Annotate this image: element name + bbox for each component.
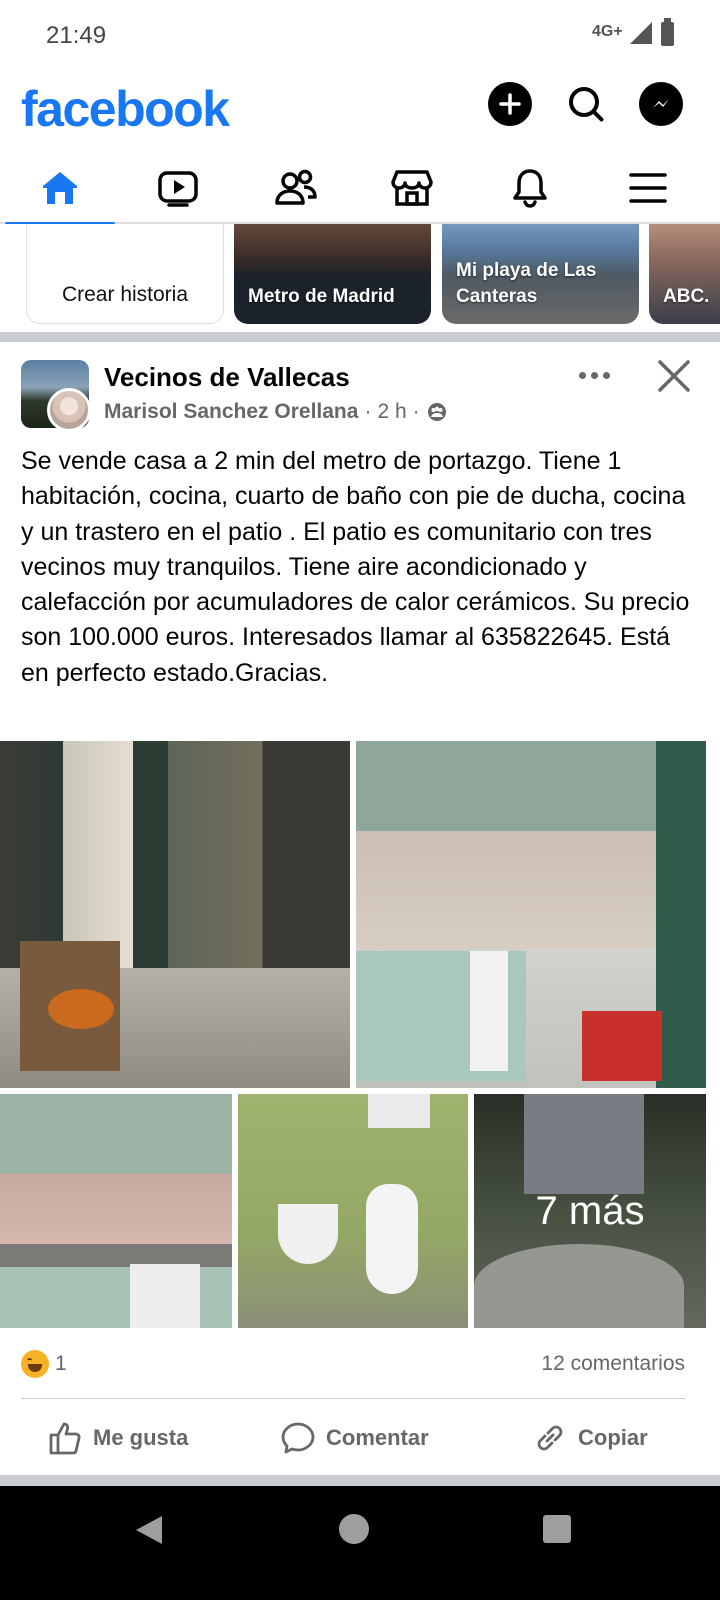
group-name[interactable]: Vecinos de Vallecas: [104, 362, 350, 393]
tab-menu[interactable]: [588, 152, 708, 224]
dot-icon: [602, 371, 610, 379]
network-type: 4G+: [592, 23, 623, 40]
story-item[interactable]: ABC.: [649, 224, 720, 324]
hide-post-button[interactable]: [652, 354, 696, 398]
signal-icon: [630, 22, 652, 44]
section-divider: [0, 332, 720, 342]
author-avatar[interactable]: [47, 388, 91, 432]
post-photo[interactable]: [356, 741, 706, 1088]
comment-button[interactable]: Comentar: [280, 1418, 429, 1458]
story-label: Crear historia: [61, 283, 189, 306]
stories-tray: Crear historia Metro de Madrid Mi playa …: [0, 224, 720, 332]
home-icon: [43, 172, 77, 204]
plus-icon: [499, 93, 521, 115]
group-avatar[interactable]: [21, 360, 91, 432]
story-create[interactable]: Crear historia: [26, 224, 224, 324]
post-actions: Me gusta Comentar Copiar: [0, 1400, 720, 1475]
post-meta: Marisol Sanchez Orellana · 2 h ·: [104, 400, 448, 424]
tab-marketplace[interactable]: [352, 152, 472, 224]
dot-icon: [578, 371, 586, 379]
tab-notifications[interactable]: [470, 152, 590, 224]
messenger-icon: [653, 99, 669, 108]
status-time: 21:49: [46, 22, 107, 49]
copy-label: Copiar: [578, 1425, 648, 1450]
story-item[interactable]: Mi playa de Las Canteras: [442, 224, 639, 324]
post-photo[interactable]: 7 más: [474, 1094, 706, 1328]
meta-separator: ·: [412, 400, 420, 423]
reaction-count[interactable]: 1: [55, 1352, 67, 1376]
thumbs-up-icon: [49, 1422, 81, 1455]
post-photo[interactable]: [0, 741, 350, 1088]
create-button[interactable]: [488, 82, 532, 126]
back-icon[interactable]: [136, 1516, 162, 1544]
messenger-button[interactable]: [639, 82, 683, 126]
like-label: Me gusta: [93, 1425, 189, 1450]
group-audience-icon: [427, 403, 446, 421]
reactions-summary[interactable]: 1 12 comentarios: [0, 1330, 720, 1398]
post-text: Se vende casa a 2 min del metro de porta…: [21, 447, 690, 687]
tab-home[interactable]: [0, 152, 120, 226]
story-item[interactable]: Metro de Madrid: [234, 224, 431, 324]
friends-icon: [275, 169, 317, 205]
story-label: ABC.: [663, 286, 710, 307]
menu-icon: [629, 173, 667, 203]
search-button[interactable]: [564, 82, 608, 126]
author-name[interactable]: Marisol Sanchez Orellana: [104, 400, 358, 424]
section-divider: [0, 1475, 720, 1486]
recent-apps-icon[interactable]: [543, 1515, 571, 1543]
main-nav: [0, 152, 720, 226]
search-icon: [569, 87, 604, 122]
home-button-icon[interactable]: [339, 1514, 369, 1544]
actions-divider: [21, 1398, 685, 1399]
marketplace-icon: [391, 170, 433, 206]
bell-icon: [513, 169, 547, 208]
haha-reaction-icon: [21, 1350, 49, 1378]
battery-icon: [661, 18, 674, 46]
story-label: Metro de Madrid: [248, 286, 395, 307]
close-icon: [658, 360, 690, 392]
status-bar: 21:49 4G+: [0, 0, 720, 70]
app-header: facebook: [0, 70, 720, 152]
comment-icon: [281, 1422, 315, 1454]
dot-icon: [590, 371, 598, 379]
tab-video[interactable]: [118, 152, 238, 224]
system-navigation-bar: [0, 1486, 720, 1600]
facebook-logo[interactable]: facebook: [21, 80, 230, 138]
like-button[interactable]: Me gusta: [47, 1418, 188, 1458]
copy-button[interactable]: Copiar: [532, 1418, 648, 1458]
link-icon: [537, 1425, 563, 1451]
video-icon: [158, 171, 198, 207]
post-options-button[interactable]: [572, 360, 616, 390]
post-photo[interactable]: [238, 1094, 468, 1328]
comments-count[interactable]: 12 comentarios: [541, 1352, 685, 1376]
story-label: Mi playa de Las Canteras: [456, 260, 597, 307]
meta-separator: ·: [364, 400, 372, 423]
comment-label: Comentar: [326, 1425, 429, 1450]
post-time[interactable]: 2 h: [377, 400, 406, 424]
more-photos-overlay[interactable]: 7 más: [474, 1094, 706, 1328]
post-photo[interactable]: [0, 1094, 232, 1328]
tab-friends[interactable]: [236, 152, 356, 224]
